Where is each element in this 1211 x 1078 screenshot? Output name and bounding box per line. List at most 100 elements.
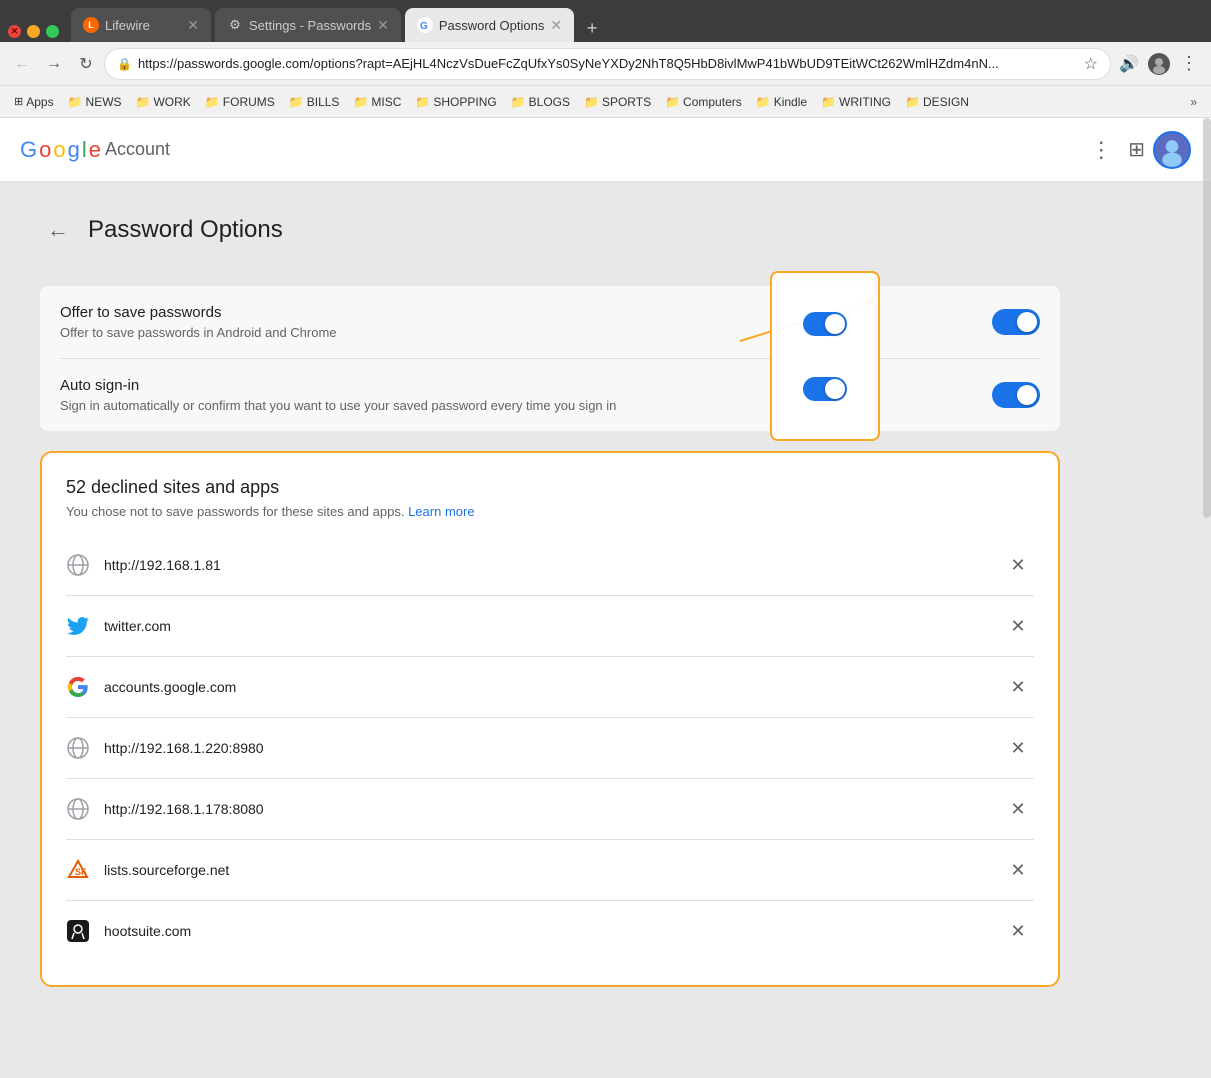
bookmark-shopping[interactable]: 📁 SHOPPING — [409, 92, 502, 112]
remove-site-6-button[interactable]: ✕ — [1002, 854, 1034, 886]
site-name-1: http://192.168.1.81 — [104, 557, 988, 573]
apps-grid-button[interactable]: ⊞ — [1120, 129, 1153, 170]
bookmark-bills-label: BILLS — [307, 95, 340, 109]
scrollbar[interactable] — [1203, 118, 1211, 518]
site-item-7: hootsuite.com ✕ — [66, 901, 1034, 961]
menu-icon[interactable]: ⋮ — [1175, 50, 1203, 78]
blogs-folder-icon: 📁 — [511, 95, 526, 109]
reload-button[interactable]: ↻ — [72, 50, 100, 78]
site-name-3: accounts.google.com — [104, 679, 988, 695]
bookmark-writing-label: WRITING — [839, 95, 891, 109]
bookmark-misc[interactable]: 📁 MISC — [347, 92, 407, 112]
bookmark-design[interactable]: 📁 DESIGN — [899, 92, 975, 112]
bookmark-blogs[interactable]: 📁 BLOGS — [505, 92, 576, 112]
settings-tab-close[interactable]: ✕ — [377, 17, 389, 34]
password-options-tab-close[interactable]: ✕ — [550, 17, 562, 34]
learn-more-link[interactable]: Learn more — [408, 504, 474, 519]
user-avatar[interactable] — [1153, 131, 1191, 169]
bookmarks-more-button[interactable]: » — [1184, 92, 1203, 112]
back-button[interactable]: ← — [40, 212, 76, 248]
annotation-toggle-1 — [803, 312, 847, 336]
main-content: ← Password Options Offer to save passwor… — [0, 182, 1100, 1027]
bookmark-writing[interactable]: 📁 WRITING — [815, 92, 897, 112]
back-nav-button[interactable]: ← — [8, 50, 36, 78]
address-bar[interactable]: 🔒 https://passwords.google.com/options?r… — [104, 48, 1111, 80]
site-name-6: lists.sourceforge.net — [104, 862, 988, 878]
bookmark-apps-label: Apps — [26, 95, 53, 109]
declined-title: 52 declined sites and apps — [66, 477, 279, 498]
remove-site-4-button[interactable]: ✕ — [1002, 732, 1034, 764]
bookmark-kindle[interactable]: 📁 Kindle — [750, 92, 813, 112]
account-label: Account — [105, 139, 170, 160]
auto-signin-track — [992, 382, 1040, 408]
user-profile-icon[interactable] — [1145, 50, 1173, 78]
google-e: e — [89, 137, 101, 163]
forums-folder-icon: 📁 — [205, 95, 220, 109]
bookmark-apps[interactable]: ⊞ Apps — [8, 92, 60, 112]
address-text: https://passwords.google.com/options?rap… — [138, 56, 1078, 71]
nav-bar: ← → ↻ 🔒 https://passwords.google.com/opt… — [0, 42, 1211, 86]
bookmark-news[interactable]: 📁 NEWS — [62, 92, 128, 112]
minimize-window-button[interactable] — [27, 25, 40, 38]
auto-signin-thumb — [1017, 385, 1037, 405]
declined-sites-card: 52 declined sites and apps You chose not… — [40, 451, 1060, 987]
remove-site-2-button[interactable]: ✕ — [1002, 610, 1034, 642]
remove-site-3-button[interactable]: ✕ — [1002, 671, 1034, 703]
security-icon: 🔒 — [117, 57, 132, 71]
remove-site-5-button[interactable]: ✕ — [1002, 793, 1034, 825]
google-g: G — [20, 137, 37, 163]
bookmark-design-label: DESIGN — [923, 95, 969, 109]
page-content: Google Account ⋮ ⊞ ← Password Options Of… — [0, 118, 1211, 1078]
close-window-button[interactable]: ✕ — [8, 25, 21, 38]
bookmark-computers[interactable]: 📁 Computers — [659, 92, 748, 112]
browser-frame: ✕ L Lifewire ✕ ⚙ Settings - Passwords ✕ … — [0, 0, 1211, 118]
design-folder-icon: 📁 — [905, 95, 920, 109]
forward-nav-button[interactable]: → — [40, 50, 68, 78]
site-item-5: http://192.168.1.178:8080 ✕ — [66, 779, 1034, 840]
lifewire-tab-close[interactable]: ✕ — [187, 17, 199, 34]
settings-section: Offer to save passwords Offer to save pa… — [40, 286, 1060, 431]
annotation-toggle-2 — [803, 377, 847, 401]
twitter-favicon — [66, 614, 90, 638]
google-o2: o — [53, 137, 65, 163]
bookmark-work[interactable]: 📁 WORK — [130, 92, 197, 112]
declined-desc: You chose not to save passwords for thes… — [66, 504, 1034, 519]
bookmark-bills[interactable]: 📁 BILLS — [283, 92, 346, 112]
maximize-window-button[interactable] — [46, 25, 59, 38]
declined-desc-text: You chose not to save passwords for thes… — [66, 504, 404, 519]
site-name-2: twitter.com — [104, 618, 988, 634]
page-title: Password Options — [88, 216, 283, 244]
offer-save-toggle[interactable] — [992, 309, 1040, 335]
new-tab-button[interactable]: + — [578, 14, 606, 42]
site-name-4: http://192.168.1.220:8980 — [104, 740, 988, 756]
computers-folder-icon: 📁 — [665, 95, 680, 109]
header-menu-button[interactable]: ⋮ — [1082, 129, 1120, 171]
bookmark-star-icon[interactable]: ☆ — [1084, 54, 1098, 74]
site-item-4: http://192.168.1.220:8980 ✕ — [66, 718, 1034, 779]
globe-favicon-5 — [66, 797, 90, 821]
bookmark-sports[interactable]: 📁 SPORTS — [578, 92, 657, 112]
google-favicon — [66, 675, 90, 699]
remove-site-1-button[interactable]: ✕ — [1002, 549, 1034, 581]
bookmark-forums[interactable]: 📁 FORUMS — [199, 92, 281, 112]
bookmark-kindle-label: Kindle — [774, 95, 807, 109]
bookmark-computers-label: Computers — [683, 95, 742, 109]
offer-save-track — [992, 309, 1040, 335]
bookmark-news-label: NEWS — [86, 95, 122, 109]
tab-bar: ✕ L Lifewire ✕ ⚙ Settings - Passwords ✕ … — [0, 0, 1211, 42]
tab-password-options[interactable]: G Password Options ✕ — [405, 8, 574, 42]
site-item-1: http://192.168.1.81 ✕ — [66, 535, 1034, 596]
settings-tab-label: Settings - Passwords — [249, 18, 371, 33]
page-header: ← Password Options — [40, 202, 1060, 258]
tab-settings-passwords[interactable]: ⚙ Settings - Passwords ✕ — [215, 8, 401, 42]
offer-save-thumb — [1017, 312, 1037, 332]
work-folder-icon: 📁 — [136, 95, 151, 109]
globe-favicon-4 — [66, 736, 90, 760]
globe-favicon-1 — [66, 553, 90, 577]
bookmark-work-label: WORK — [153, 95, 190, 109]
remove-site-7-button[interactable]: ✕ — [1002, 915, 1034, 947]
tab-lifewire[interactable]: L Lifewire ✕ — [71, 8, 211, 42]
speaker-icon[interactable]: 🔊 — [1115, 50, 1143, 78]
account-header: Google Account ⋮ ⊞ — [0, 118, 1211, 182]
auto-signin-toggle[interactable] — [992, 382, 1040, 408]
